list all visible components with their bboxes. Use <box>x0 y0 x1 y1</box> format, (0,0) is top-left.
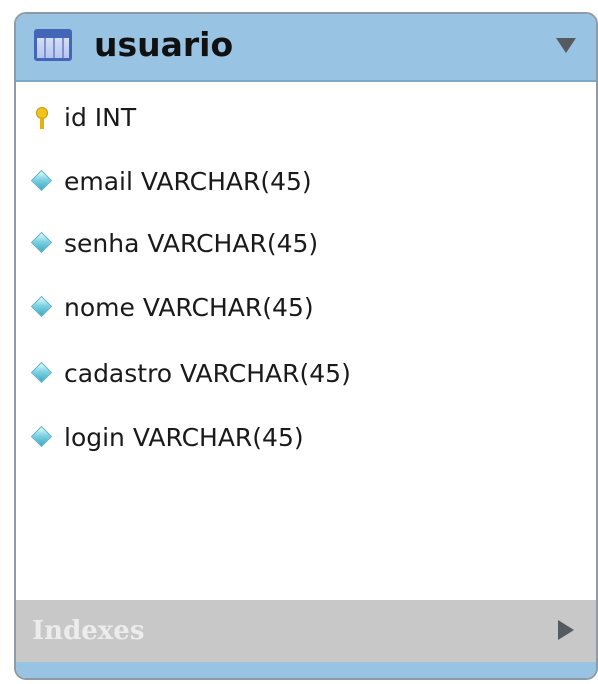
column-label: email VARCHAR(45) <box>64 167 312 196</box>
column-row[interactable]: email VARCHAR(45) <box>16 158 596 206</box>
column-diamond-icon <box>30 295 53 318</box>
column-label: cadastro VARCHAR(45) <box>64 359 351 388</box>
column-row[interactable]: cadastro VARCHAR(45) <box>16 350 596 398</box>
column-row[interactable]: senha VARCHAR(45) <box>16 220 596 268</box>
indexes-section[interactable]: Indexes <box>16 600 596 662</box>
table-card-usuario[interactable]: usuario id INT email VARCHAR(45) senha V… <box>14 12 598 680</box>
column-label: senha VARCHAR(45) <box>64 229 319 258</box>
column-diamond-icon <box>30 425 53 448</box>
column-row[interactable]: login VARCHAR(45) <box>16 414 596 462</box>
primary-key-icon <box>36 107 48 131</box>
column-diamond-icon <box>30 231 53 254</box>
table-icon <box>34 29 72 61</box>
table-title: usuario <box>94 25 234 64</box>
table-footer <box>16 662 596 678</box>
column-diamond-icon <box>30 169 53 192</box>
triangle-down-icon[interactable] <box>556 38 576 53</box>
indexes-label: Indexes <box>32 616 145 646</box>
column-label: nome VARCHAR(45) <box>64 293 314 322</box>
column-label: id INT <box>64 103 137 132</box>
column-row[interactable]: nome VARCHAR(45) <box>16 284 596 332</box>
column-row[interactable]: id INT <box>16 94 596 142</box>
column-label: login VARCHAR(45) <box>64 423 304 452</box>
table-header[interactable]: usuario <box>16 14 596 82</box>
column-diamond-icon <box>30 361 53 384</box>
triangle-right-icon[interactable] <box>558 620 574 640</box>
